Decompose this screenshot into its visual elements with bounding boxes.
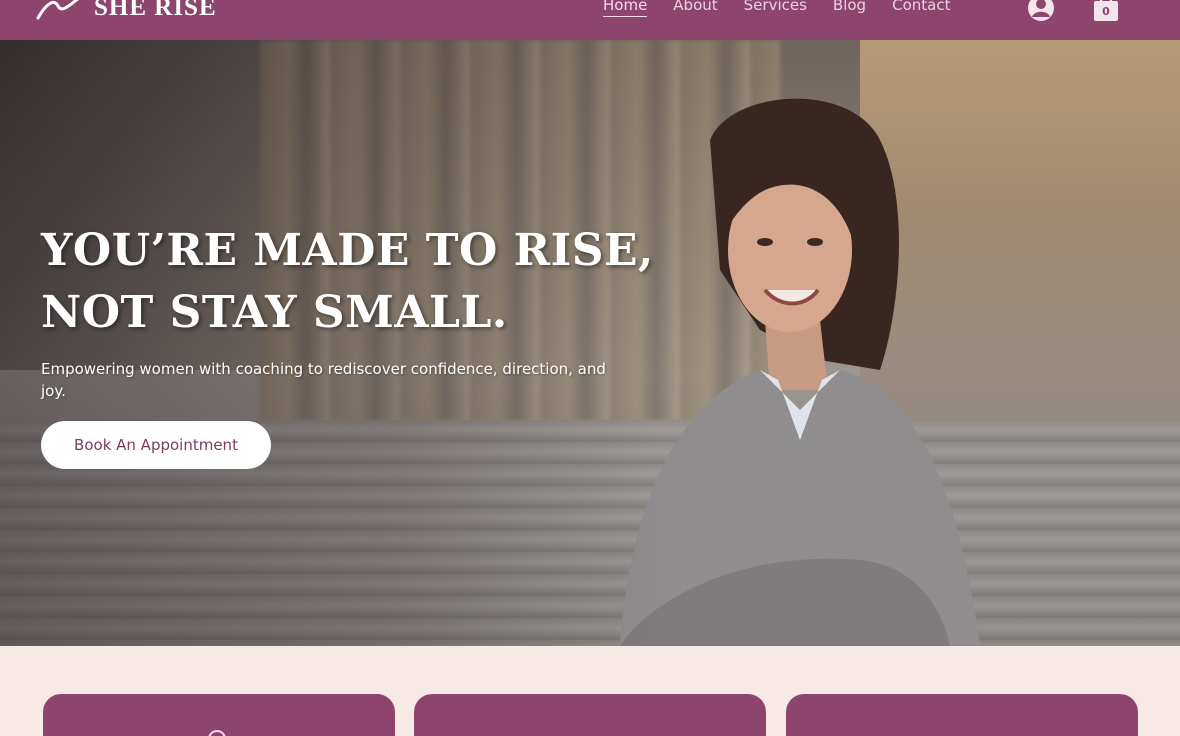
service-card[interactable] <box>43 694 395 736</box>
hero-headline-line2: NOT STAY SMALL. <box>41 287 508 338</box>
site-header: SHE RISE Home About Services Blog Contac… <box>0 0 1180 40</box>
hero-headline: YOU’RE MADE TO RISE, NOT STAY SMALL. <box>41 220 654 344</box>
nav-home[interactable]: Home <box>603 0 648 17</box>
brand-name: SHE RISE <box>94 0 217 21</box>
shopping-bag-icon[interactable]: 0 <box>1092 0 1120 22</box>
main-nav: Home About Services Blog Contact <box>590 0 963 17</box>
logo-swoosh-icon <box>36 0 79 20</box>
service-card[interactable] <box>414 694 766 736</box>
service-card[interactable] <box>786 694 1138 736</box>
nav-contact[interactable]: Contact <box>892 0 950 17</box>
nav-blog[interactable]: Blog <box>833 0 866 17</box>
user-account-icon[interactable] <box>1027 0 1055 22</box>
hero-subtitle: Empowering women with coaching to redisc… <box>41 360 606 400</box>
hero-headline-line1: YOU’RE MADE TO RISE, <box>41 225 654 276</box>
hero-section: YOU’RE MADE TO RISE, NOT STAY SMALL. Emp… <box>0 40 1180 646</box>
service-card-icon <box>208 730 226 736</box>
nav-services[interactable]: Services <box>744 0 807 17</box>
cart-count-badge: 0 <box>1102 5 1110 18</box>
brand-logo[interactable]: SHE RISE <box>36 0 217 22</box>
book-appointment-button[interactable]: Book An Appointment <box>41 421 271 469</box>
nav-about[interactable]: About <box>673 0 717 17</box>
